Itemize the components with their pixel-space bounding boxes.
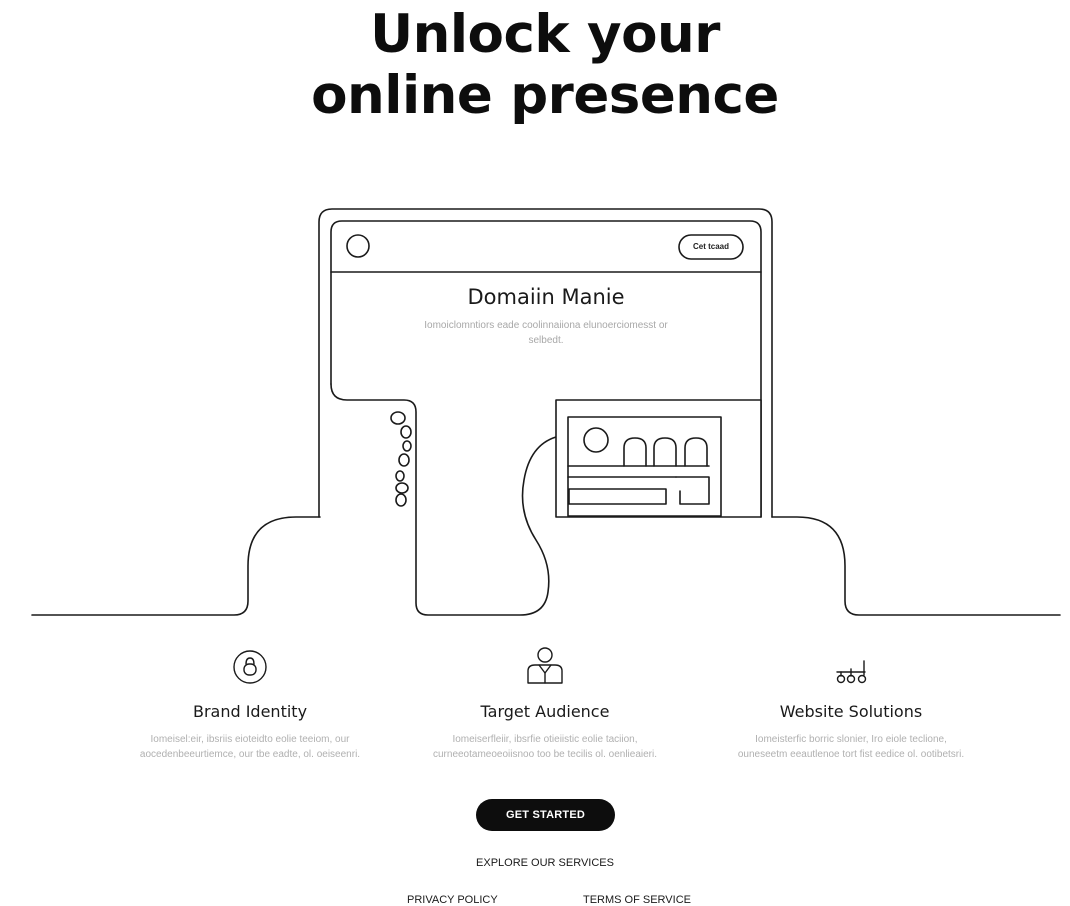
- explore-services-link[interactable]: EXPLORE OUR SERVICES: [0, 857, 1070, 869]
- flow-wire: [330, 383, 557, 616]
- privacy-policy-link[interactable]: PRIVACY POLICY: [407, 894, 498, 906]
- network-icon: [831, 645, 871, 689]
- ground-line: [31, 516, 321, 616]
- feature-title: Website Solutions: [779, 702, 923, 721]
- get-started-button[interactable]: GET STARTED: [476, 799, 615, 831]
- feature-website-solutions: Website Solutions Iomeisterfic borric sl…: [721, 645, 981, 762]
- browser-mockup-subtitle: Iomoiclomntiors eade coolinnaiiona eluno…: [424, 320, 668, 346]
- feature-title: Target Audience: [480, 702, 610, 721]
- bead-chain: [390, 411, 412, 507]
- terms-of-service-link[interactable]: TERMS OF SERVICE: [583, 894, 691, 906]
- browser-header-button[interactable]: Cet tcaad: [679, 235, 743, 259]
- feature-description: Iomeisterfic borric slonier, Iro eiole t…: [737, 734, 965, 760]
- feature-description: Iomeiserfleiir, ibsrfie otieiistic eolie…: [432, 734, 658, 760]
- lock-badge-icon: [230, 645, 270, 689]
- feature-brand-identity: Brand Identity Iomeisel:eir, ibsriis eio…: [120, 645, 380, 762]
- browser-avatar-icon: [346, 234, 370, 258]
- feature-title: Brand Identity: [192, 702, 308, 721]
- browser-illustration: [31, 208, 1061, 616]
- ground-line-right: [771, 516, 1061, 616]
- feature-description: Iomeisel:eir, ibsriis eioteidto eolie te…: [139, 734, 361, 760]
- person-icon: [525, 645, 565, 689]
- feature-target-audience: Target Audience Iomeiserfleiir, ibsrfie …: [415, 645, 675, 762]
- browser-mockup-title: Domaiin Manie: [467, 285, 625, 309]
